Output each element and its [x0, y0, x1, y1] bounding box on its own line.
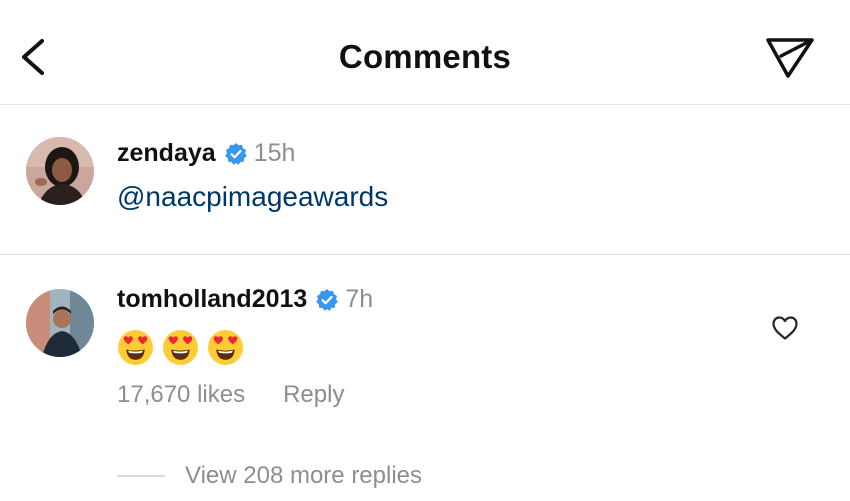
- share-button[interactable]: [764, 34, 816, 80]
- comment-emojis: [117, 329, 252, 366]
- heart-eyes-emoji-icon: [118, 330, 153, 365]
- timestamp: 15h: [253, 139, 296, 167]
- comment-actions: 17,670 likes Reply: [117, 381, 344, 409]
- avatar[interactable]: [26, 137, 94, 205]
- reply-button[interactable]: Reply: [283, 381, 344, 409]
- view-replies-button[interactable]: View 208 more replies: [117, 462, 422, 490]
- comment-item: tomholland2013 7h 17,670 likes Reply Vie…: [0, 255, 850, 501]
- page-title: Comments: [338, 38, 512, 75]
- comment-meta: zendaya 15h: [117, 139, 295, 168]
- avatar-photo: [26, 137, 94, 205]
- avatar-photo: [26, 289, 94, 357]
- likes-count[interactable]: 17,670 likes: [117, 381, 245, 409]
- mention-link[interactable]: @naacpimageawards: [117, 181, 388, 213]
- avatar[interactable]: [26, 289, 94, 357]
- heart-eyes-emoji-icon: [208, 330, 243, 365]
- verified-badge-icon: [316, 288, 339, 311]
- username[interactable]: zendaya: [117, 139, 216, 168]
- username[interactable]: tomholland2013: [117, 285, 307, 314]
- heart-outline-icon: [772, 316, 798, 340]
- like-button[interactable]: [771, 315, 799, 341]
- verified-badge-icon: [224, 142, 247, 165]
- timestamp: 7h: [345, 285, 374, 313]
- header-bar: Comments: [0, 0, 850, 105]
- paper-plane-icon: [766, 38, 814, 78]
- comment-item: zendaya 15h @naacpimageawards: [0, 105, 850, 255]
- view-replies-label: View 208 more replies: [185, 462, 423, 489]
- heart-eyes-emoji-icon: [163, 330, 198, 365]
- comment-meta: tomholland2013 7h: [117, 285, 373, 314]
- replies-divider: [117, 475, 165, 477]
- comments-screen: Comments zendaya 15h @naacpimageawards t…: [0, 0, 850, 501]
